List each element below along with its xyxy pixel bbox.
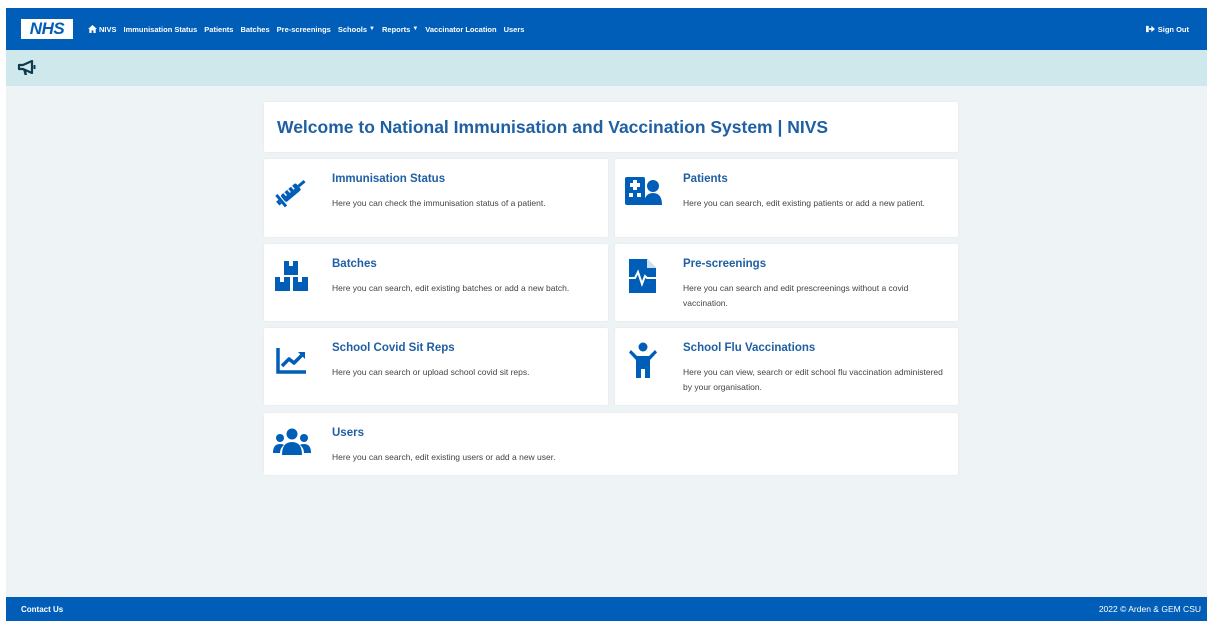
nav-patients[interactable]: Patients <box>204 25 233 34</box>
boxes-icon <box>275 261 308 291</box>
footer: Contact Us 2022 © Arden & GEM CSU <box>6 597 1207 621</box>
file-medical-alt-icon <box>627 259 658 293</box>
card-description: Here you can check the immunisation stat… <box>332 198 546 208</box>
nav-vaccinator-location[interactable]: Vaccinator Location <box>425 25 496 34</box>
card-title: Patients <box>683 173 728 185</box>
card-batches[interactable]: Batches Here you can search, edit existi… <box>264 244 608 321</box>
chart-line-icon <box>276 348 306 374</box>
page-title: Welcome to National Immunisation and Vac… <box>277 116 829 137</box>
contact-us-link[interactable]: Contact Us <box>21 605 63 614</box>
users-icon <box>273 428 311 455</box>
card-description: Here you can search or upload school cov… <box>332 367 530 377</box>
app-window: NHS NIVS Immunisation Status Patients Ba… <box>6 8 1207 621</box>
nav-batches[interactable]: Batches <box>240 25 269 34</box>
announcement-bar <box>6 50 1207 86</box>
card-title: Pre-screenings <box>683 258 767 270</box>
nhs-logo[interactable]: NHS <box>21 19 73 39</box>
home-icon <box>88 25 97 33</box>
card-immunisation-status[interactable]: Immunisation Status Here you can check t… <box>264 159 608 237</box>
card-school-covid-sit-reps[interactable]: School Covid Sit Reps Here you can searc… <box>264 328 608 405</box>
card-title: Immunisation Status <box>332 173 446 185</box>
nav-users[interactable]: Users <box>504 25 525 34</box>
top-navbar: NHS NIVS Immunisation Status Patients Ba… <box>6 8 1207 50</box>
hospital-user-icon <box>625 177 662 205</box>
card-school-flu-vaccinations[interactable]: School Flu Vaccinations Here you can vie… <box>615 328 958 405</box>
nav-immunisation-status[interactable]: Immunisation Status <box>124 25 198 34</box>
nav-schools-label: Schools <box>337 24 368 34</box>
child-icon <box>629 342 657 378</box>
card-title: School Flu Vaccinations <box>683 342 816 354</box>
card-patients[interactable]: Patients Here you can search, edit exist… <box>615 159 958 237</box>
card-title: Batches <box>332 258 377 270</box>
nav-reports-dropdown[interactable]: Reports ▼ <box>382 25 418 34</box>
card-title: Users <box>332 427 364 439</box>
card-description: Here you can search, edit existing patie… <box>683 198 925 208</box>
card-description: Here you can search, edit existing users… <box>332 452 556 462</box>
copyright-text: 2022 © Arden & GEM CSU <box>1098 604 1201 614</box>
card-description: Here you can search and edit prescreenin… <box>683 283 909 308</box>
nav-reports-label: Reports <box>382 24 411 34</box>
card-title: School Covid Sit Reps <box>332 342 455 354</box>
welcome-panel: Welcome to National Immunisation and Vac… <box>264 102 958 152</box>
card-pre-screenings[interactable]: Pre-screenings Here you can search and e… <box>615 244 958 321</box>
card-description: Here you can view, search or edit school… <box>683 367 943 392</box>
nav-links: NIVS Immunisation Status Patients Batche… <box>88 25 531 34</box>
sign-out-link[interactable]: Sign Out <box>1145 8 1189 50</box>
nav-home[interactable]: NIVS <box>88 25 117 34</box>
nav-home-label: NIVS <box>99 24 117 34</box>
sign-out-label: Sign Out <box>1157 24 1189 34</box>
card-users[interactable]: Users Here you can search, edit existing… <box>264 413 958 475</box>
syringe-icon <box>275 179 306 208</box>
caret-down-icon: ▼ <box>412 26 419 32</box>
nav-pre-screenings[interactable]: Pre-screenings <box>277 25 331 34</box>
bullhorn-icon[interactable] <box>17 60 37 76</box>
sign-out-icon <box>1145 25 1155 33</box>
caret-down-icon: ▼ <box>369 26 375 32</box>
card-description: Here you can search, edit existing batch… <box>332 283 570 293</box>
nav-schools-dropdown[interactable]: Schools ▼ <box>338 25 375 34</box>
